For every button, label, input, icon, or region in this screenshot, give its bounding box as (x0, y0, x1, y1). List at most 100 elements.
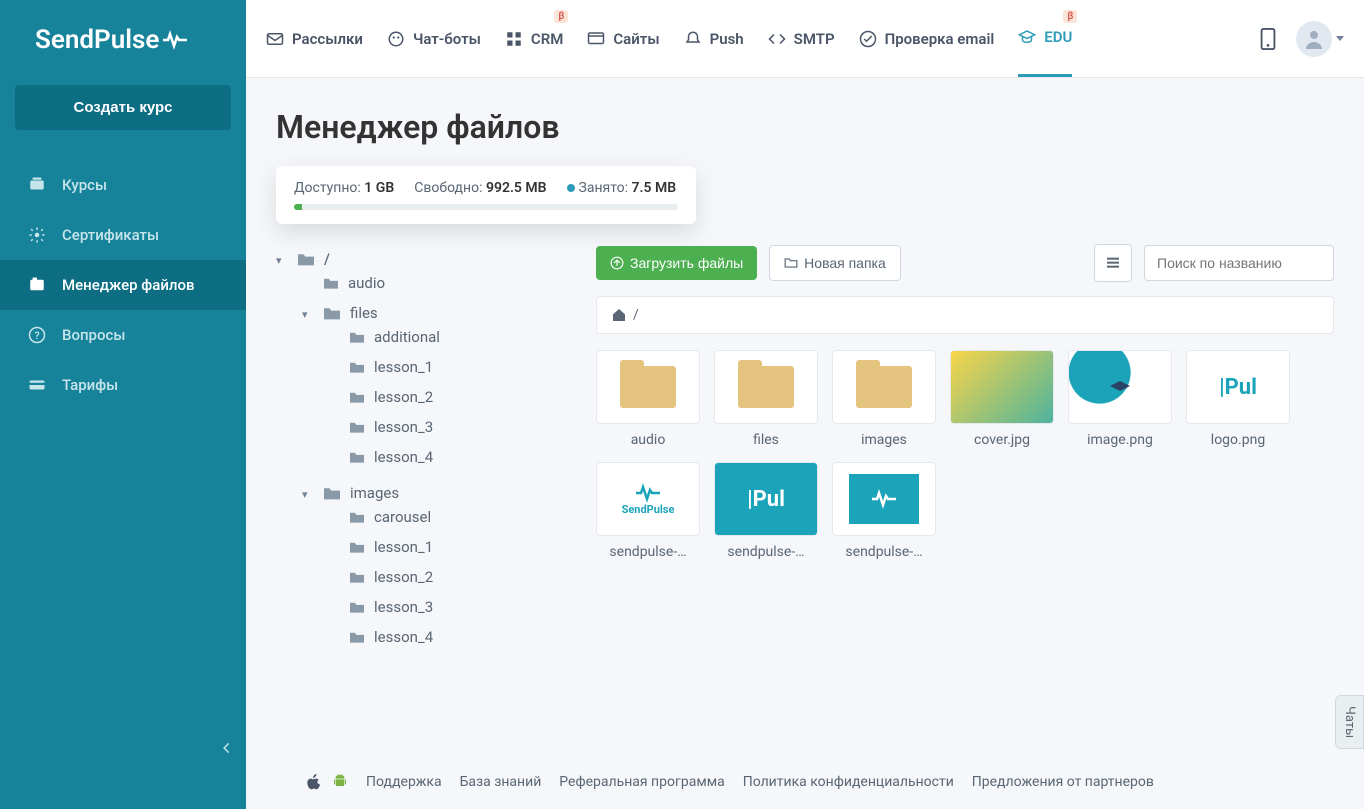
check-icon (859, 30, 877, 48)
tree-audio[interactable]: audio (302, 274, 576, 292)
courses-icon (28, 176, 46, 194)
crm-icon (505, 30, 523, 48)
tree-label: lesson_4 (374, 628, 433, 646)
tree-lesson-1[interactable]: lesson_1 (328, 358, 576, 376)
topnav-label: SMTP (794, 30, 835, 48)
tree-label: / (324, 250, 330, 268)
folder-tree: / audio files additional lesson_1 lesson… (276, 244, 576, 755)
folder-icon (348, 390, 366, 404)
topnav-smtp[interactable]: SMTP (768, 0, 835, 77)
breadcrumb[interactable]: / (596, 296, 1334, 334)
tree-carousel[interactable]: carousel (328, 508, 576, 526)
logo[interactable]: SendPulse (0, 0, 246, 80)
caret-icon (276, 250, 288, 268)
topnav-crm[interactable]: CRM β (505, 0, 563, 77)
sidebar-item-questions[interactable]: ? Вопросы (0, 310, 246, 360)
topnav-edu[interactable]: EDU β (1018, 0, 1072, 77)
view-toggle-button[interactable] (1094, 244, 1132, 282)
folder-files[interactable]: files (714, 350, 818, 448)
tree-label: lesson_3 (374, 598, 433, 616)
upload-button[interactable]: Загрузить файлы (596, 246, 757, 280)
topnav-sites[interactable]: Сайты (587, 0, 659, 77)
edu-icon (1018, 28, 1036, 46)
topnav-label: CRM (531, 30, 563, 48)
file-name: images (832, 432, 936, 448)
tree-additional[interactable]: additional (328, 328, 576, 346)
create-course-button[interactable]: Создать курс (15, 85, 231, 130)
footer-privacy[interactable]: Политика конфиденциальности (743, 774, 954, 790)
sidebar-nav: Курсы Сертификаты Менеджер файлов ? Вопр… (0, 160, 246, 410)
label: Свободно: (414, 180, 482, 196)
tree-lesson-4[interactable]: lesson_4 (328, 448, 576, 466)
file-sendpulse-1[interactable]: SendPulse sendpulse-… (596, 462, 700, 560)
folder-images[interactable]: images (832, 350, 936, 448)
avatar (1296, 21, 1332, 57)
topnav-label: Проверка email (885, 30, 995, 48)
sidebar-item-courses[interactable]: Курсы (0, 160, 246, 210)
folder-audio[interactable]: audio (596, 350, 700, 448)
tree-img-lesson-3[interactable]: lesson_3 (328, 598, 576, 616)
android-icon[interactable] (332, 773, 348, 791)
image-thumb: SendPulse (622, 483, 675, 516)
folder-icon (348, 330, 366, 344)
tree-files[interactable]: files (302, 304, 576, 322)
tree-images[interactable]: images (302, 484, 576, 502)
folder-icon (348, 420, 366, 434)
file-sendpulse-2[interactable]: |Pul sendpulse-… (714, 462, 818, 560)
file-cover[interactable]: cover.jpg (950, 350, 1054, 448)
file-logo[interactable]: |Pullogo.png (1186, 350, 1290, 448)
sidebar-collapse-button[interactable] (220, 740, 234, 759)
file-panel: Загрузить файлы Новая папка (596, 244, 1334, 755)
page-title: Менеджер файлов (276, 108, 1334, 146)
folder-icon (856, 366, 912, 408)
footer-kb[interactable]: База знаний (460, 774, 542, 790)
search-input[interactable] (1144, 245, 1334, 281)
chat-tab[interactable]: Чаты (1335, 695, 1364, 749)
storage-progress (294, 204, 678, 210)
file-name: sendpulse-… (714, 544, 818, 560)
file-name: sendpulse-… (596, 544, 700, 560)
file-name: sendpulse-… (832, 544, 936, 560)
footer-support[interactable]: Поддержка (366, 774, 442, 790)
topnav-label: Push (710, 30, 744, 48)
tree-label: lesson_2 (374, 568, 433, 586)
tree-lesson-3[interactable]: lesson_3 (328, 418, 576, 436)
file-image[interactable]: image.png (1068, 350, 1172, 448)
topnav-mailings[interactable]: Рассылки (266, 0, 363, 77)
footer-referral[interactable]: Реферальная программа (559, 774, 724, 790)
image-thumb: |Pul (715, 463, 817, 535)
file-name: audio (596, 432, 700, 448)
gear-icon (28, 226, 46, 244)
sidebar-item-tariffs[interactable]: Тарифы (0, 360, 246, 410)
topnav-chatbots[interactable]: Чат-боты (387, 0, 481, 77)
folder-icon (738, 366, 794, 408)
sidebar-item-certificates[interactable]: Сертификаты (0, 210, 246, 260)
sidebar-item-file-manager[interactable]: Менеджер файлов (0, 260, 246, 310)
label: Доступно: (294, 180, 361, 196)
main: Рассылки Чат-боты CRM β Сайты Push (246, 0, 1364, 809)
pulse-icon (163, 30, 187, 50)
tree-img-lesson-4[interactable]: lesson_4 (328, 628, 576, 646)
tree-label: images (350, 484, 399, 502)
topnav-email-check[interactable]: Проверка email (859, 0, 995, 77)
tree-root[interactable]: / (276, 250, 576, 268)
topnav-push[interactable]: Push (684, 0, 744, 77)
files-icon (28, 276, 46, 294)
tree-img-lesson-1[interactable]: lesson_1 (328, 538, 576, 556)
mobile-icon[interactable] (1260, 28, 1276, 50)
file-name: cover.jpg (950, 432, 1054, 448)
tree-label: lesson_2 (374, 388, 433, 406)
sidebar: SendPulse Создать курс Курсы Сертификаты… (0, 0, 246, 809)
file-sendpulse-3[interactable]: sendpulse-… (832, 462, 936, 560)
tree-img-lesson-2[interactable]: lesson_2 (328, 568, 576, 586)
folder-plus-icon (784, 256, 798, 270)
footer-partners[interactable]: Предложения от партнеров (972, 774, 1154, 790)
progress-fill (294, 204, 302, 210)
tree-lesson-2[interactable]: lesson_2 (328, 388, 576, 406)
folder-open-icon (322, 485, 342, 501)
beta-badge: β (1063, 10, 1077, 23)
user-menu[interactable] (1296, 21, 1344, 57)
new-folder-button[interactable]: Новая папка (769, 245, 901, 281)
apple-icon[interactable] (306, 773, 322, 791)
folder-icon (620, 366, 676, 408)
